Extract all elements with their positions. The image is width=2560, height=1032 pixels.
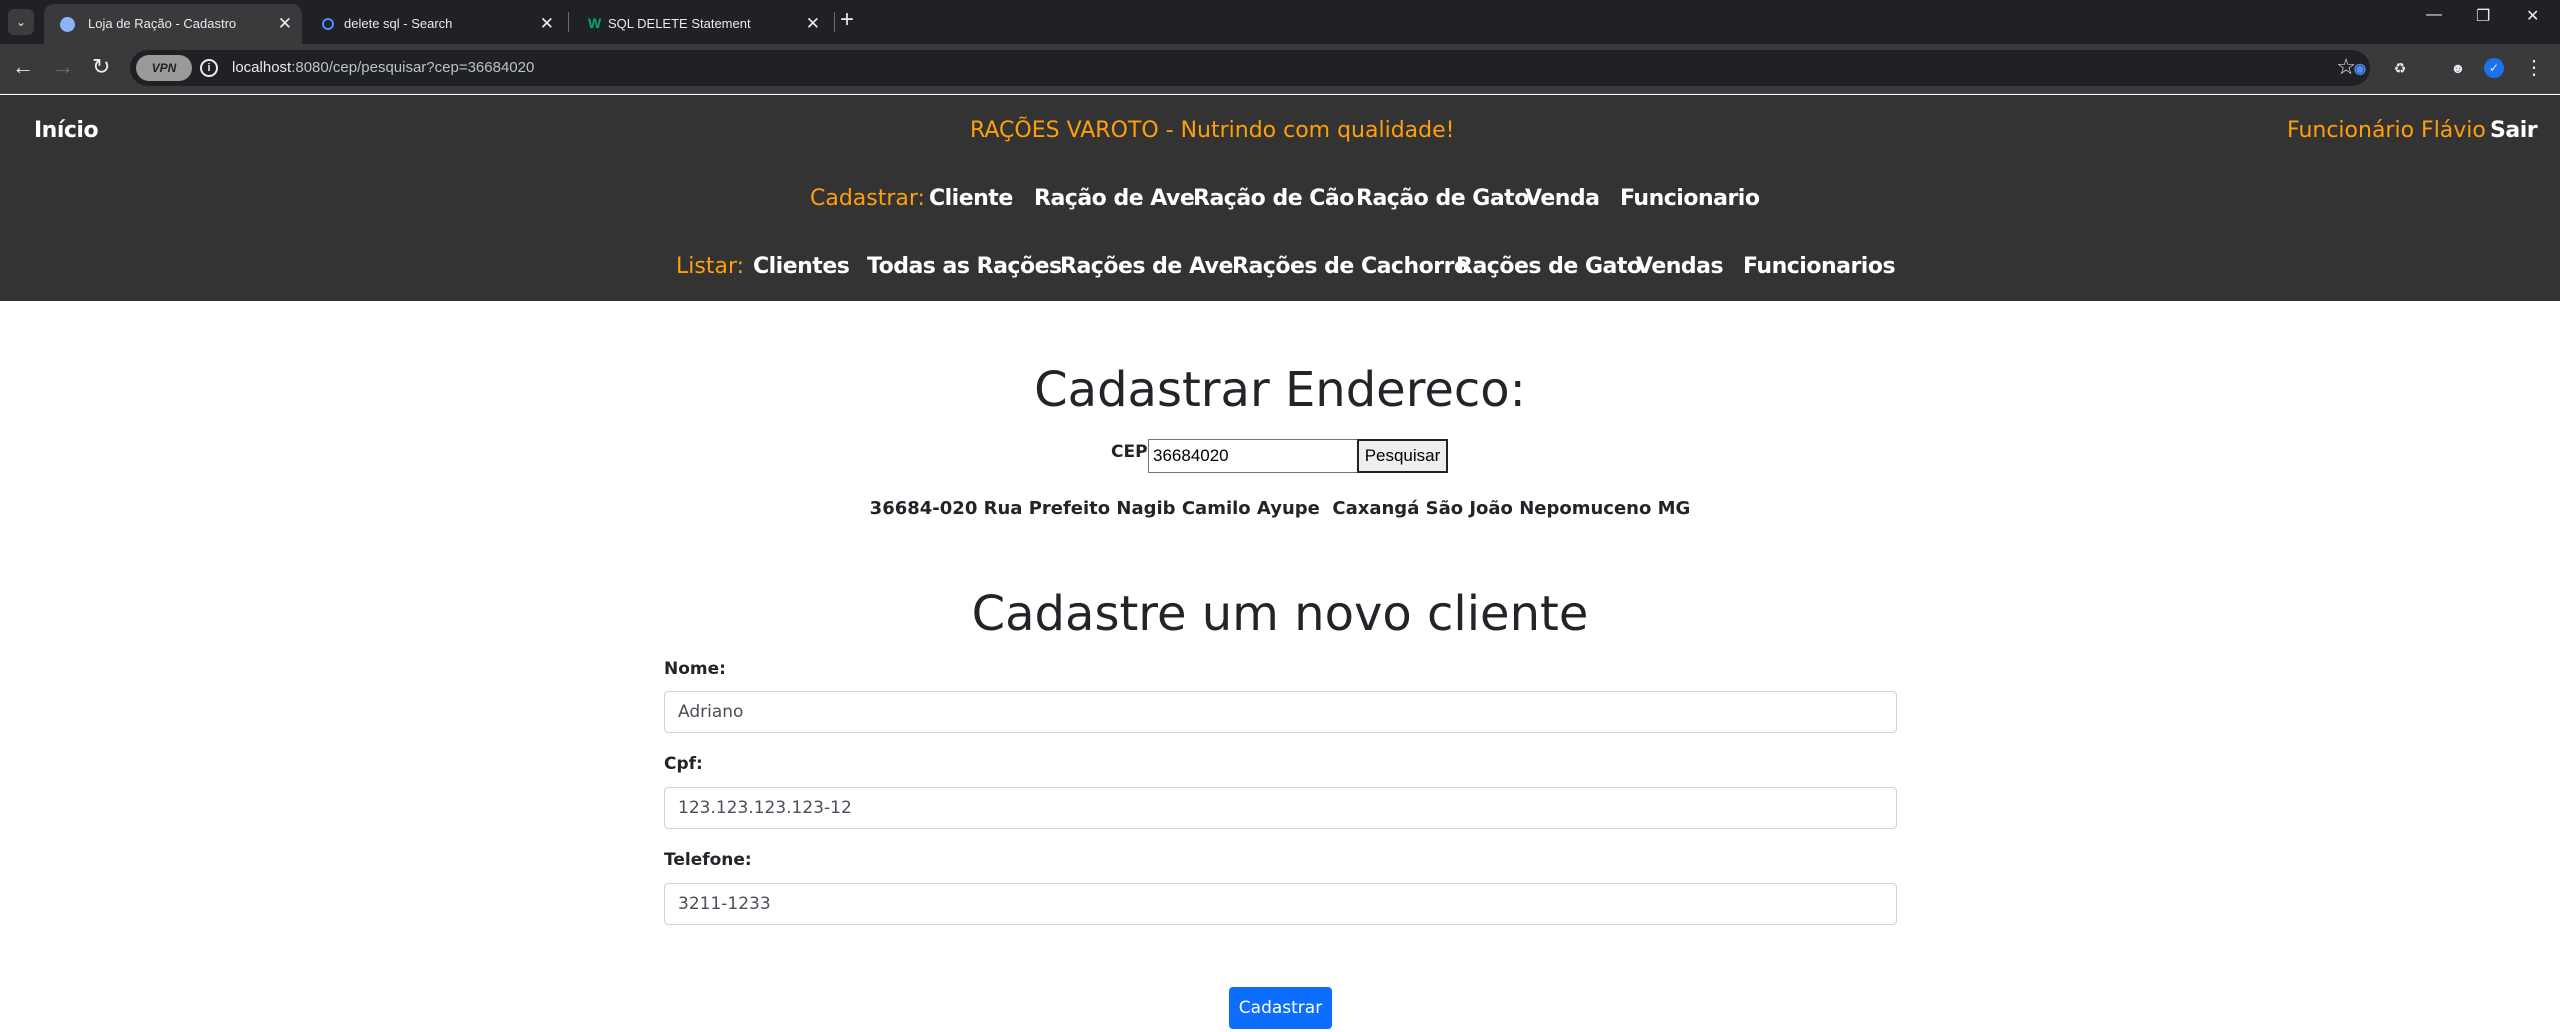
nav-listar-vendas[interactable]: Vendas: [1636, 254, 1724, 279]
tab-separator: [834, 12, 835, 32]
globe-icon: [60, 17, 75, 32]
nav-cadastrar-venda[interactable]: Venda: [1525, 186, 1600, 211]
reload-icon[interactable]: ↻: [92, 54, 110, 80]
nav-listar-racoes-ave[interactable]: Rações de Ave: [1060, 254, 1233, 279]
pesquisar-button[interactable]: Pesquisar: [1357, 439, 1448, 473]
nav-listar-racoes-cachorro[interactable]: Rações de Cachorro: [1232, 254, 1469, 279]
tab-separator: [568, 12, 569, 32]
back-arrow-icon[interactable]: ←: [12, 54, 34, 80]
minimize-icon[interactable]: —: [2426, 6, 2442, 24]
nav-cadastrar-funcionario[interactable]: Funcionario: [1620, 186, 1760, 211]
profile-icon[interactable]: ☻: [2446, 56, 2470, 80]
cadastrar-button[interactable]: Cadastrar: [1229, 987, 1332, 1029]
cpf-label: Cpf:: [664, 754, 703, 774]
address-result: 36684-020 Rua Prefeito Nagib Camilo Ayup…: [869, 498, 1691, 519]
cep-input[interactable]: [1148, 439, 1358, 473]
nav-cadastrar-racao-gato[interactable]: Ração de Gato: [1356, 186, 1529, 211]
cpf-input[interactable]: [664, 787, 1897, 829]
site-navbar: Início RAÇÕES VAROTO - Nutrindo com qual…: [0, 95, 2560, 301]
vpn-badge[interactable]: VPN: [136, 55, 192, 81]
close-tab-icon[interactable]: ✕: [278, 4, 292, 44]
url-path: :8080/cep/pesquisar?cep=36684020: [291, 59, 535, 76]
restore-icon[interactable]: ❐: [2476, 6, 2490, 26]
telefone-input[interactable]: [664, 883, 1897, 925]
url-host: localhost: [232, 59, 292, 76]
nav-cadastrar-racao-ave[interactable]: Ração de Ave: [1034, 186, 1195, 211]
nav-listar-clientes[interactable]: Clientes: [753, 254, 850, 279]
new-tab-icon[interactable]: +: [840, 6, 854, 34]
tab-sql-delete-statement[interactable]: W SQL DELETE Statement ✕: [572, 4, 830, 44]
nav-listar-todas-racoes[interactable]: Todas as Rações: [867, 254, 1062, 279]
brand-title: RAÇÕES VAROTO - Nutrindo com qualidade!: [970, 118, 1455, 143]
address-bar[interactable]: VPN i localhost:8080/cep/pesquisar?cep=3…: [130, 50, 2370, 86]
browser-tab-bar: ⌄ Loja de Ração - Cadastro ✕ delete sql …: [0, 0, 2560, 44]
current-user: Funcionário Flávio: [2287, 118, 2486, 143]
extensions-puzzle-icon[interactable]: ♻: [2388, 56, 2412, 80]
search-icon: [322, 18, 334, 30]
nav-cadastrar-racao-cao[interactable]: Ração de Cão: [1193, 186, 1354, 211]
close-tab-icon[interactable]: ✕: [806, 4, 820, 44]
tab-search-chevron-icon[interactable]: ⌄: [8, 9, 34, 35]
site-info-icon[interactable]: i: [200, 59, 218, 77]
cep-search-form: CEP: Pesquisar: [0, 438, 2560, 474]
nome-input[interactable]: [664, 691, 1897, 733]
endereco-heading: Cadastrar Endereco:: [1034, 362, 1526, 418]
browser-menu-icon[interactable]: ⋮: [2522, 56, 2546, 80]
close-window-icon[interactable]: ✕: [2526, 6, 2539, 26]
url-text[interactable]: localhost:8080/cep/pesquisar?cep=3668402…: [232, 50, 534, 86]
nome-label: Nome:: [664, 659, 726, 679]
cliente-form-heading: Cadastre um novo cliente: [971, 586, 1589, 642]
nav-home-link[interactable]: Início: [34, 118, 99, 143]
security-check-icon[interactable]: ✓: [2484, 58, 2504, 78]
nav-listar-funcionarios[interactable]: Funcionarios: [1743, 254, 1896, 279]
nav-cadastrar-cliente[interactable]: Cliente: [929, 186, 1013, 211]
forward-arrow-icon[interactable]: →: [52, 54, 74, 80]
close-tab-icon[interactable]: ✕: [540, 4, 554, 44]
tab-title: SQL DELETE Statement: [608, 16, 751, 31]
cadastrar-label: Cadastrar:: [810, 186, 925, 211]
nav-logout-link[interactable]: Sair: [2490, 118, 2538, 143]
browser-toolbar: ← → ↻ VPN i localhost:8080/cep/pesquisar…: [0, 44, 2560, 94]
telefone-label: Telefone:: [664, 850, 752, 870]
listar-label: Listar:: [676, 254, 745, 279]
tab-title: Loja de Ração - Cadastro: [88, 16, 237, 31]
tab-title: delete sql - Search: [344, 16, 453, 31]
nav-listar-racoes-gato[interactable]: Rações de Gato: [1456, 254, 1642, 279]
tab-delete-sql-search[interactable]: delete sql - Search ✕: [306, 4, 564, 44]
password-manager-icon[interactable]: ◉: [2348, 56, 2372, 80]
w3schools-icon: W: [588, 15, 602, 31]
tab-loja-de-racao[interactable]: Loja de Ração - Cadastro ✕: [44, 4, 302, 44]
